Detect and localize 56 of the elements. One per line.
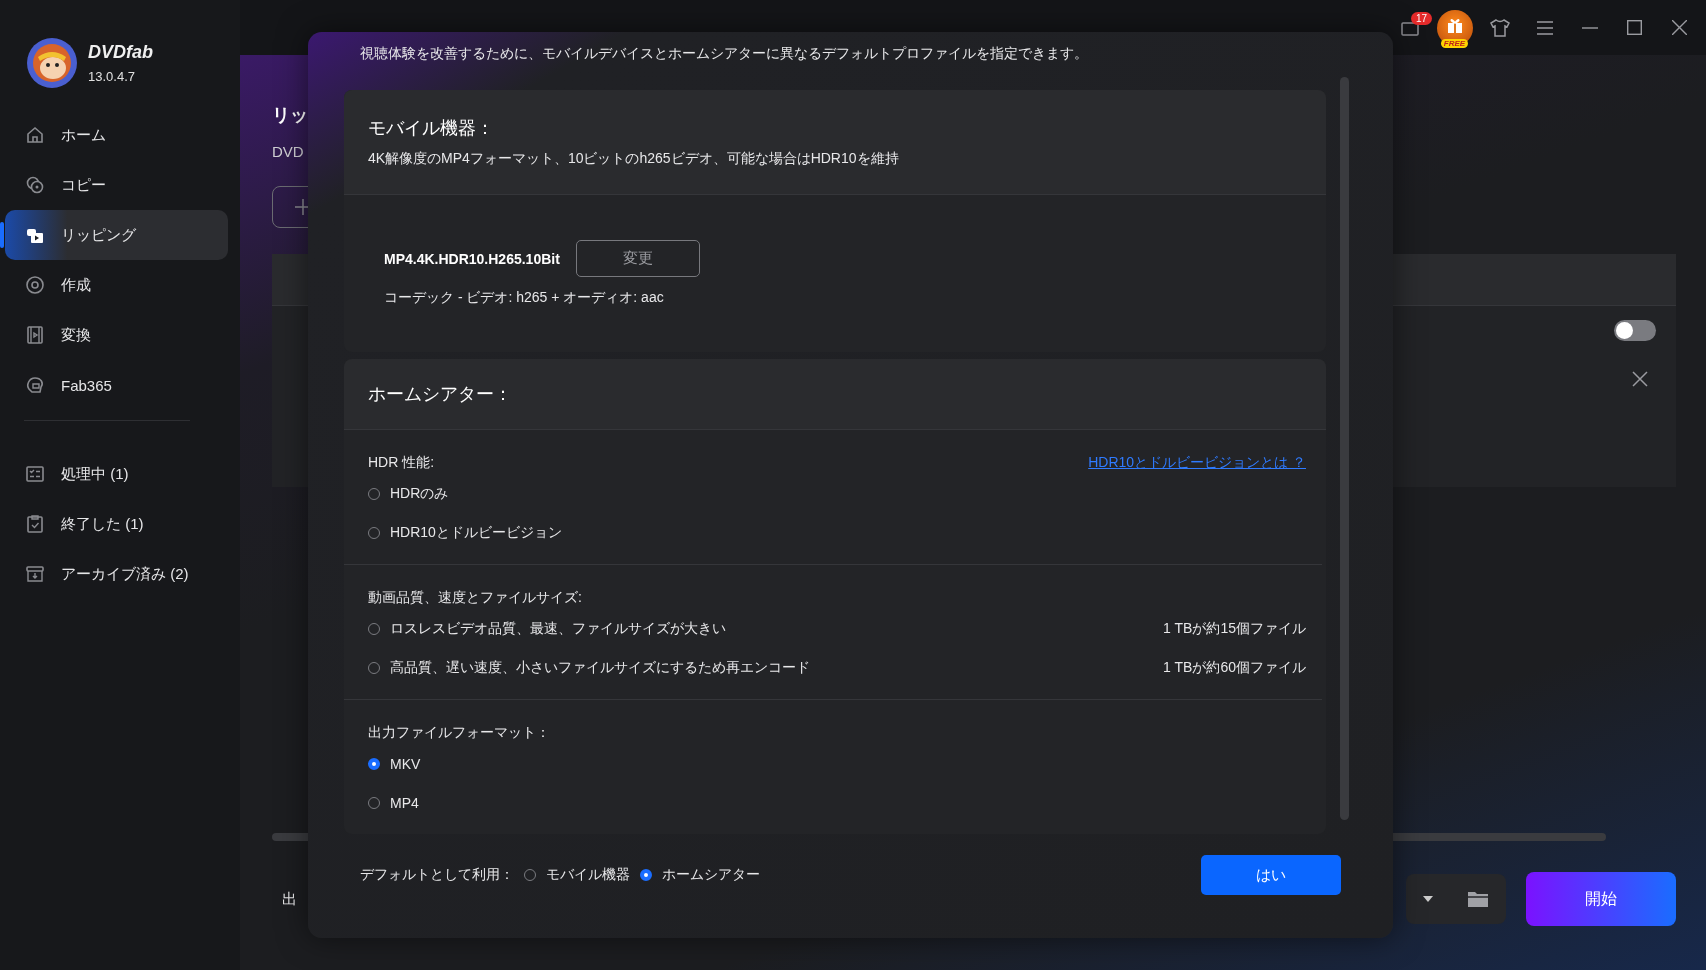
sidebar-item[interactable]: 作成 xyxy=(5,260,228,310)
confirm-button[interactable]: はい xyxy=(1201,855,1341,895)
free-label: FREE xyxy=(1440,38,1469,48)
codec-info: コーデック - ビデオ: h265 + オーディオ: aac xyxy=(384,289,665,307)
folder-icon[interactable] xyxy=(1467,890,1489,908)
radio-option[interactable]: MKV xyxy=(368,755,421,772)
film-icon xyxy=(25,325,45,345)
disc-icon xyxy=(25,275,45,295)
card-title: モバイル機器： xyxy=(368,117,495,140)
start-button[interactable]: 開始 xyxy=(1526,872,1676,926)
card-description: 4K解像度のMP4フォーマット、10ビットのh265ビデオ、可能な場合はHDR10を維持 xyxy=(368,150,900,168)
help-link[interactable]: HDR10とドルビービジョンとは ？ xyxy=(1088,454,1306,472)
radio-option[interactable]: ホームシアター xyxy=(640,866,760,884)
section-label: 出力ファイルフォーマット： xyxy=(368,724,550,742)
section-label: HDR 性能: xyxy=(368,454,435,472)
monkey-mascot-logo xyxy=(26,37,78,89)
caret-icon xyxy=(1423,896,1433,902)
size-estimate: 1 TBが約15個ファイル xyxy=(1163,619,1306,638)
radio-option[interactable]: モバイル機器 xyxy=(524,866,630,884)
home-icon xyxy=(25,125,45,145)
notification-button[interactable]: 17 xyxy=(1387,7,1432,48)
output-label: 出 xyxy=(282,889,297,909)
discs-icon xyxy=(25,175,45,195)
clipboard-check-icon xyxy=(25,514,45,534)
radio-option[interactable]: MP4 xyxy=(368,794,419,811)
change-button[interactable]: 変更 xyxy=(575,240,700,277)
sidebar-item[interactable]: コピー xyxy=(5,160,228,210)
toggle-switch[interactable] xyxy=(1614,320,1656,341)
radio-option[interactable]: HDR10とドルビービジョン xyxy=(368,523,562,542)
checklist-icon xyxy=(25,464,45,484)
gift-promo-button[interactable]: FREE xyxy=(1436,9,1473,46)
sidebar-item[interactable]: 処理中 (1) xyxy=(5,449,228,499)
output-dropdown[interactable] xyxy=(1406,874,1506,924)
section-label: 動画品質、速度とファイルサイズ: xyxy=(368,589,582,607)
sidebar-item[interactable]: Fab365 xyxy=(5,360,228,410)
sidebar-item[interactable]: ホーム xyxy=(5,110,228,160)
sidebar-item[interactable]: 変換 xyxy=(5,310,228,360)
page-title: リッ xyxy=(272,104,308,127)
plus-icon xyxy=(295,199,311,215)
notification-count: 17 xyxy=(1411,11,1433,25)
radio-option[interactable]: 高品質、遅い速度、小さいファイルサイズにするため再エンコード xyxy=(368,658,810,677)
radio-option[interactable]: ロスレスビデオ品質、最速、ファイルサイズが大きい xyxy=(368,619,726,638)
archive-box-icon xyxy=(25,564,45,584)
size-estimate: 1 TBが約60個ファイル xyxy=(1163,658,1306,677)
close-icon[interactable] xyxy=(1632,371,1648,387)
profile-name: MP4.4K.HDR10.H265.10Bit xyxy=(384,250,560,267)
app-version: 13.0.4.7 xyxy=(88,69,136,84)
dialog-intro: 視聴体験を改善するために、モバイルデバイスとホームシアターに異なるデフォルトプロファイルを指定できます。 xyxy=(359,44,1089,63)
default-use-label: デフォルトとして利用： xyxy=(360,866,514,884)
sidebar-item[interactable]: アーカイブ済み (2) xyxy=(5,549,228,599)
scrollbar[interactable] xyxy=(1340,77,1349,820)
sidebar-item[interactable]: 終了した (1) xyxy=(5,499,228,549)
page-subtitle: DVD xyxy=(272,143,304,160)
radio-option[interactable]: HDRのみ xyxy=(368,484,449,503)
app-name: DVDfab xyxy=(88,42,153,63)
card-title: ホームシアター： xyxy=(344,359,1326,430)
